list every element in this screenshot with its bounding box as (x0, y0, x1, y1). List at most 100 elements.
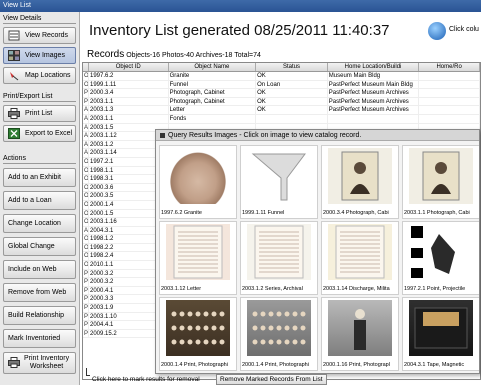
page-title: Inventory List generated 08/25/2011 11:4… (89, 22, 390, 39)
view-images-label: View Images (25, 52, 65, 59)
status-cell: OK (256, 106, 328, 114)
thumbnail[interactable]: 2003.1.12 Letter (159, 221, 237, 295)
remove-from-web-button[interactable]: Remove from Web (3, 283, 76, 302)
map-locations-button[interactable]: Map Locations (3, 67, 76, 84)
home-location-cell: PastPerfect Museum Archives (328, 97, 420, 106)
status-cell: On Loan (256, 80, 328, 89)
thumbnail[interactable]: 2003.1.1 Photograph, Cabi (402, 145, 479, 219)
granite-image (166, 148, 230, 204)
thumbnail-grid: 1997.6.2 Granite 1999.1.11 Funnel 2000.3.4… (159, 145, 479, 373)
table-row[interactable]: A 2003.1.1 Fonds (83, 114, 480, 124)
home-room-cell (419, 114, 480, 123)
divider (3, 23, 76, 24)
thumbnail-caption: 2000.1.4 Print, Photographi (242, 362, 309, 368)
left-panel: View Details View Records View Images Ma… (0, 12, 80, 385)
thumbnail-caption: 2000.1.16 Print, Photograpl (323, 362, 390, 368)
archival-image (247, 224, 311, 280)
status-cell: OK (256, 89, 328, 97)
table-row[interactable]: A 2003.1.3 Letter OK PastPerfect Museum Arch… (83, 106, 480, 115)
query-results-images-window[interactable]: Query Results Images - Click on image to… (155, 129, 480, 374)
thumbnail[interactable]: 2000.1.4 Print, Photographi (159, 297, 237, 371)
window-icon (160, 132, 165, 138)
arrow-icon (86, 368, 90, 376)
tape-image (409, 300, 473, 356)
print-worksheet-label: Print Inventory Worksheet (24, 355, 69, 371)
object-id-cell: 2000.3.4 (89, 89, 169, 97)
include-on-web-button[interactable]: Include on Web (3, 260, 76, 279)
print-list-label: Print List (25, 110, 53, 117)
export-excel-button[interactable]: Export to Excel (3, 125, 76, 142)
table-row[interactable]: P 2000.3.4 Photograph, Cabinet OK PastPerfec… (83, 89, 480, 98)
add-to-loan-button[interactable]: Add to a Loan (3, 191, 76, 210)
thumbnail[interactable]: 1997.2.1 Point, Projectile (402, 221, 479, 295)
object-name-cell: Funnel (169, 80, 257, 89)
object-name-cell: Letter (169, 106, 257, 114)
global-change-button[interactable]: Global Change (3, 237, 76, 256)
table-row[interactable]: O 1999.1.11 Funnel On Loan PastPerfect Museu… (83, 80, 480, 90)
add-to-exhibit-button[interactable]: Add to an Exhibit (3, 168, 76, 187)
view-records-label: View Records (25, 32, 69, 39)
funnel-image (247, 148, 311, 204)
column-header-home-location[interactable]: Home Location/Buildi (328, 63, 420, 71)
records-icon (7, 29, 21, 42)
thumbnail[interactable]: 1997.6.2 Granite (159, 145, 237, 219)
object-name-cell: Photograph, Cabinet (169, 97, 257, 106)
table-header: Object ID Object Name Status Home Locati… (83, 63, 480, 72)
mark-inventoried-button[interactable]: Mark Inventoried (3, 329, 76, 348)
thumbnail[interactable]: 1999.1.11 Funnel (240, 145, 318, 219)
home-location-cell: PastPerfect Museum Archives (328, 106, 420, 114)
change-location-button[interactable]: Change Location (3, 214, 76, 233)
thumbnail-caption: 2003.1.2 Series, Archival (242, 286, 303, 292)
discharge-image (328, 224, 392, 280)
thumbnail[interactable]: 2003.1.2 Series, Archival (240, 221, 318, 295)
print-list-button[interactable]: Print List (3, 105, 76, 122)
remove-marked-records-button[interactable]: Remove Marked Records From List (216, 374, 327, 385)
records-summary: Records Objects-16 Photos-40 Archives-18… (87, 49, 261, 60)
thumbnail[interactable]: 2000.3.4 Photograph, Cabi (321, 145, 399, 219)
thumbnail[interactable]: 2000.1.4 Print, Photographi (240, 297, 318, 371)
status-cell (256, 114, 328, 123)
window-title: View List (3, 2, 31, 9)
table-row[interactable]: P 2003.1.1 Photograph, Cabinet OK PastPerfec… (83, 97, 480, 107)
object-id-cell: 1997.6.2 (89, 72, 169, 80)
object-name-cell: Fonds (169, 114, 257, 123)
home-room-cell (419, 89, 480, 97)
excel-icon (7, 127, 21, 140)
map-pin-icon (7, 69, 21, 82)
actions-label: Actions (3, 155, 26, 162)
home-location-cell: PastPerfect Museum Archives (328, 89, 420, 97)
view-records-button[interactable]: View Records (3, 27, 76, 44)
column-header-object-name[interactable]: Object Name (169, 63, 257, 71)
print-inventory-worksheet-button[interactable]: Print Inventory Worksheet (3, 352, 76, 374)
groupphoto2-image (247, 300, 311, 356)
view-images-button[interactable]: View Images (3, 47, 76, 64)
thumbnail-caption: 1997.6.2 Granite (161, 210, 202, 216)
column-header-home-room[interactable]: Home/Ro (419, 63, 480, 71)
thumbnail[interactable]: 2000.1.16 Print, Photograpl (321, 297, 399, 371)
column-header-object-id[interactable]: Object ID (89, 63, 169, 71)
home-room-cell (419, 97, 480, 106)
thumbnail[interactable]: 2003.1.14 Discharge, Milita (321, 221, 399, 295)
mark-removal-hint[interactable]: Click here to mark results for removal (92, 376, 200, 383)
object-id-cell: 1999.1.11 (89, 80, 169, 89)
thumbnail-caption: 2004.3.1 Tape, Magnetic (404, 362, 465, 368)
divider (3, 101, 76, 102)
thumbnail-caption: 2000.1.4 Print, Photographi (161, 362, 228, 368)
thumbnail[interactable]: 2004.3.1 Tape, Magnetic (402, 297, 479, 371)
records-label: Records (87, 49, 125, 60)
globe-icon[interactable] (428, 22, 446, 40)
build-relationship-button[interactable]: Build Relationship (3, 306, 76, 325)
map-locations-label: Map Locations (25, 72, 71, 79)
column-header-status[interactable]: Status (256, 63, 328, 71)
divider (3, 163, 76, 164)
table-row[interactable]: O 1997.6.2 Granite OK Museum Main Bldg (83, 72, 480, 81)
popup-title: Query Results Images - Click on image to… (168, 131, 362, 139)
printer-icon (8, 356, 20, 370)
object-id-cell: 2003.1.3 (89, 106, 169, 114)
click-column-hint: Click colu (449, 26, 479, 33)
view-details-label: View Details (3, 15, 42, 22)
object-id-cell: 2003.1.1 (89, 114, 169, 123)
print-worksheet-line2: Worksheet (29, 363, 64, 370)
records-counts: Objects-16 Photos-40 Archives-18 Total=7… (126, 52, 261, 59)
print-worksheet-line1: Print Inventory (24, 355, 70, 362)
